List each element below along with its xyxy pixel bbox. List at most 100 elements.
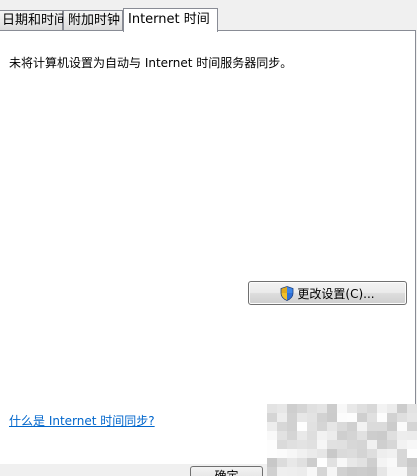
watermark-tile	[397, 431, 407, 440]
watermark-tile	[387, 440, 397, 449]
tab-additional-clocks[interactable]: 附加时钟	[63, 10, 123, 30]
watermark-tile	[287, 413, 297, 422]
watermark-tile	[277, 422, 287, 431]
internet-time-help-link[interactable]: 什么是 Internet 时间同步?	[9, 412, 155, 429]
watermark-tile	[307, 431, 317, 440]
watermark-tile	[377, 458, 387, 467]
watermark-tile	[327, 422, 337, 431]
watermark-tile	[377, 404, 387, 413]
pixelated-watermark	[267, 404, 417, 476]
change-settings-button[interactable]: 更改设置(C)...	[248, 281, 407, 305]
tab-strip: 日期和时间 附加时钟 Internet 时间	[0, 0, 417, 32]
ok-button[interactable]: 确定	[190, 466, 263, 476]
watermark-tile	[347, 413, 357, 422]
watermark-tile	[387, 467, 397, 476]
watermark-tile	[327, 467, 337, 476]
watermark-tile	[267, 404, 277, 413]
watermark-tile	[407, 449, 417, 458]
change-settings-label: 更改设置(C)...	[297, 286, 375, 301]
watermark-tile	[347, 449, 357, 458]
watermark-tile	[407, 458, 417, 467]
watermark-tile	[277, 404, 287, 413]
watermark-tile	[267, 422, 277, 431]
watermark-tile	[307, 467, 317, 476]
datetime-dialog: 日期和时间 附加时钟 Internet 时间 未将计算机设置为自动与 Inter…	[0, 0, 417, 476]
watermark-tile	[397, 467, 407, 476]
watermark-tile	[267, 413, 277, 422]
uac-shield-icon	[281, 285, 294, 301]
watermark-tile	[367, 467, 377, 476]
watermark-tile	[307, 449, 317, 458]
tab-internet-time[interactable]: Internet 时间	[123, 8, 218, 32]
watermark-tile	[347, 467, 357, 476]
watermark-tile	[337, 458, 347, 467]
watermark-tile	[407, 440, 417, 449]
watermark-tile	[377, 467, 387, 476]
watermark-tile	[347, 431, 357, 440]
watermark-tile	[327, 458, 337, 467]
watermark-tile	[397, 413, 407, 422]
tab-date-and-time[interactable]: 日期和时间	[0, 10, 67, 30]
watermark-tile	[347, 440, 357, 449]
watermark-tile	[287, 458, 297, 467]
watermark-tile	[317, 413, 327, 422]
watermark-tile	[407, 404, 417, 413]
watermark-tile	[297, 449, 307, 458]
watermark-tile	[317, 449, 327, 458]
watermark-tile	[277, 431, 287, 440]
watermark-tile	[267, 458, 277, 467]
watermark-tile	[337, 431, 347, 440]
watermark-tile	[327, 449, 337, 458]
watermark-tile	[287, 449, 297, 458]
watermark-tile	[397, 458, 407, 467]
watermark-tile	[317, 422, 327, 431]
watermark-tile	[277, 467, 287, 476]
watermark-tile	[367, 413, 377, 422]
watermark-tile	[347, 404, 357, 413]
watermark-tile	[387, 449, 397, 458]
watermark-tile	[267, 440, 277, 449]
watermark-tile	[357, 449, 367, 458]
watermark-tile	[407, 422, 417, 431]
watermark-tile	[377, 431, 387, 440]
watermark-tile	[387, 404, 397, 413]
sync-status-text: 未将计算机设置为自动与 Internet 时间服务器同步。	[9, 56, 293, 70]
watermark-tile	[337, 449, 347, 458]
watermark-tile	[367, 404, 377, 413]
watermark-tile	[377, 449, 387, 458]
watermark-tile	[397, 449, 407, 458]
watermark-tile	[337, 440, 347, 449]
watermark-tile	[367, 458, 377, 467]
watermark-tile	[377, 440, 387, 449]
watermark-tile	[307, 413, 317, 422]
watermark-tile	[357, 458, 367, 467]
watermark-tile	[287, 431, 297, 440]
watermark-tile	[277, 440, 287, 449]
watermark-tile	[387, 413, 397, 422]
watermark-tile	[327, 440, 337, 449]
watermark-tile	[377, 422, 387, 431]
watermark-tile	[287, 467, 297, 476]
watermark-tile	[277, 449, 287, 458]
watermark-tile	[297, 431, 307, 440]
watermark-tile	[297, 422, 307, 431]
watermark-tile	[387, 458, 397, 467]
watermark-tile	[267, 467, 277, 476]
watermark-tile	[307, 404, 317, 413]
watermark-tile	[337, 404, 347, 413]
watermark-tile	[267, 449, 277, 458]
watermark-tile	[297, 467, 307, 476]
watermark-tile	[367, 449, 377, 458]
watermark-tile	[277, 413, 287, 422]
watermark-tile	[317, 404, 327, 413]
watermark-tile	[297, 404, 307, 413]
watermark-tile	[347, 458, 357, 467]
watermark-tile	[297, 413, 307, 422]
watermark-tile	[327, 431, 337, 440]
watermark-tile	[337, 467, 347, 476]
watermark-tile	[387, 431, 397, 440]
watermark-tile	[317, 431, 327, 440]
watermark-tile	[337, 422, 347, 431]
watermark-tile	[287, 440, 297, 449]
watermark-tile	[287, 422, 297, 431]
